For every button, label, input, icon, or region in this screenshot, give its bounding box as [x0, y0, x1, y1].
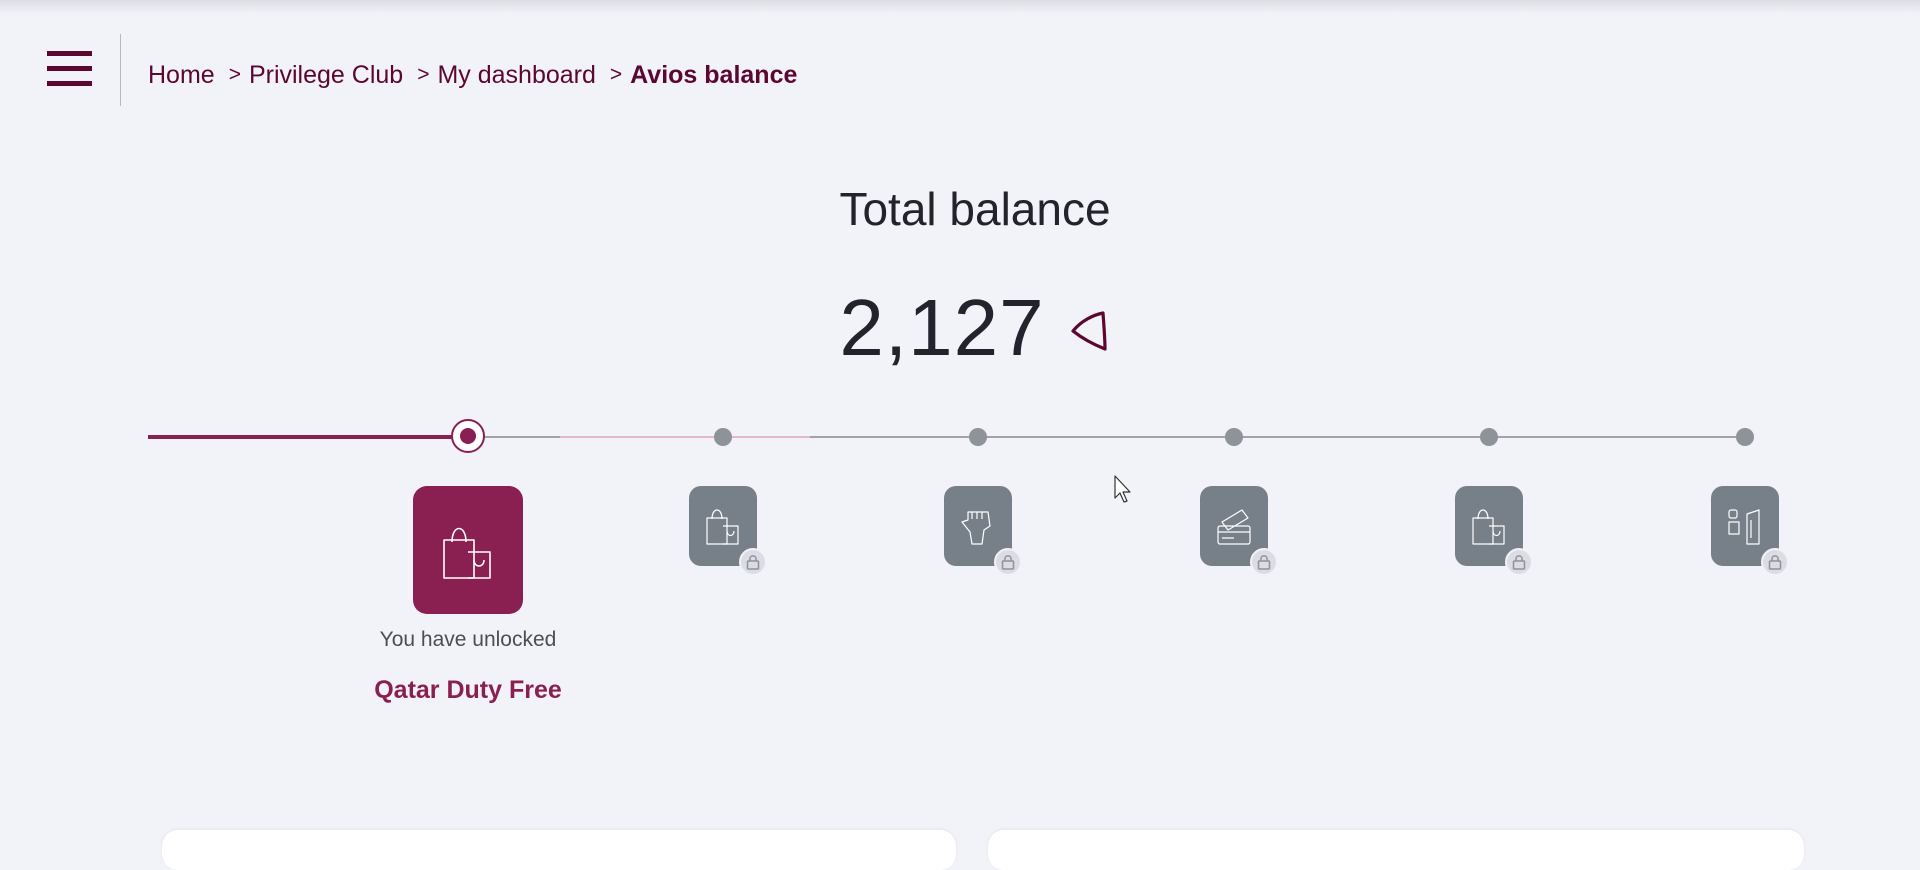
hamburger-menu-icon[interactable]: [44, 48, 94, 90]
milestone-node-current[interactable]: [451, 419, 485, 453]
breadcrumb-current: Avios balance: [630, 60, 798, 89]
shopping-bags-icon: [1472, 509, 1505, 545]
breadcrumb-separator: >: [228, 63, 241, 86]
milestone-node[interactable]: [1736, 428, 1754, 446]
breadcrumb: Home > Privilege Club > My dashboard > A…: [148, 58, 797, 92]
balance-amount-row: 2,127: [0, 282, 1920, 374]
shopping-bags-icon: [443, 527, 491, 579]
unlocked-label: You have unlocked: [379, 628, 557, 651]
content-card: [988, 830, 1804, 870]
breadcrumb-home-link[interactable]: Home: [148, 61, 215, 90]
milestone-tile-locked[interactable]: [1200, 486, 1278, 576]
header-divider: [120, 34, 121, 106]
shopping-bags-icon: [706, 509, 739, 545]
milestone-node[interactable]: [714, 428, 732, 446]
milestone-tile-locked[interactable]: [689, 486, 767, 576]
mouse-cursor-icon: [1114, 475, 1131, 503]
cabin-seat-icon: [1728, 509, 1760, 545]
progress-track-highlight: [560, 436, 810, 438]
hand-icon: [961, 511, 991, 545]
progress-track-filled: [148, 435, 468, 439]
ticket-card-icon: [1217, 509, 1251, 545]
header-shadow: [0, 0, 1920, 14]
lock-icon: [1761, 548, 1789, 576]
milestone-node[interactable]: [969, 428, 987, 446]
milestone-node[interactable]: [1225, 428, 1243, 446]
breadcrumb-separator: >: [417, 63, 430, 86]
breadcrumb-privilege-club-link[interactable]: Privilege Club: [249, 61, 403, 90]
milestone-tile-locked[interactable]: [944, 486, 1022, 576]
milestone-tile-locked[interactable]: [1711, 486, 1789, 576]
lock-icon: [739, 548, 767, 576]
milestone-tile-locked[interactable]: [1455, 486, 1533, 576]
content-card: [162, 830, 956, 870]
breadcrumb-separator: >: [609, 63, 623, 86]
lock-icon: [1250, 548, 1278, 576]
milestone-tile-unlocked[interactable]: [413, 486, 523, 614]
avios-icon: [1070, 311, 1107, 351]
lock-icon: [994, 548, 1022, 576]
milestone-node[interactable]: [1480, 428, 1498, 446]
lock-icon: [1505, 548, 1533, 576]
unlocked-reward-name[interactable]: Qatar Duty Free: [268, 676, 668, 705]
balance-title: Total balance: [839, 183, 1111, 235]
breadcrumb-my-dashboard-link[interactable]: My dashboard: [437, 61, 595, 90]
balance-value: 2,127: [839, 283, 1045, 372]
